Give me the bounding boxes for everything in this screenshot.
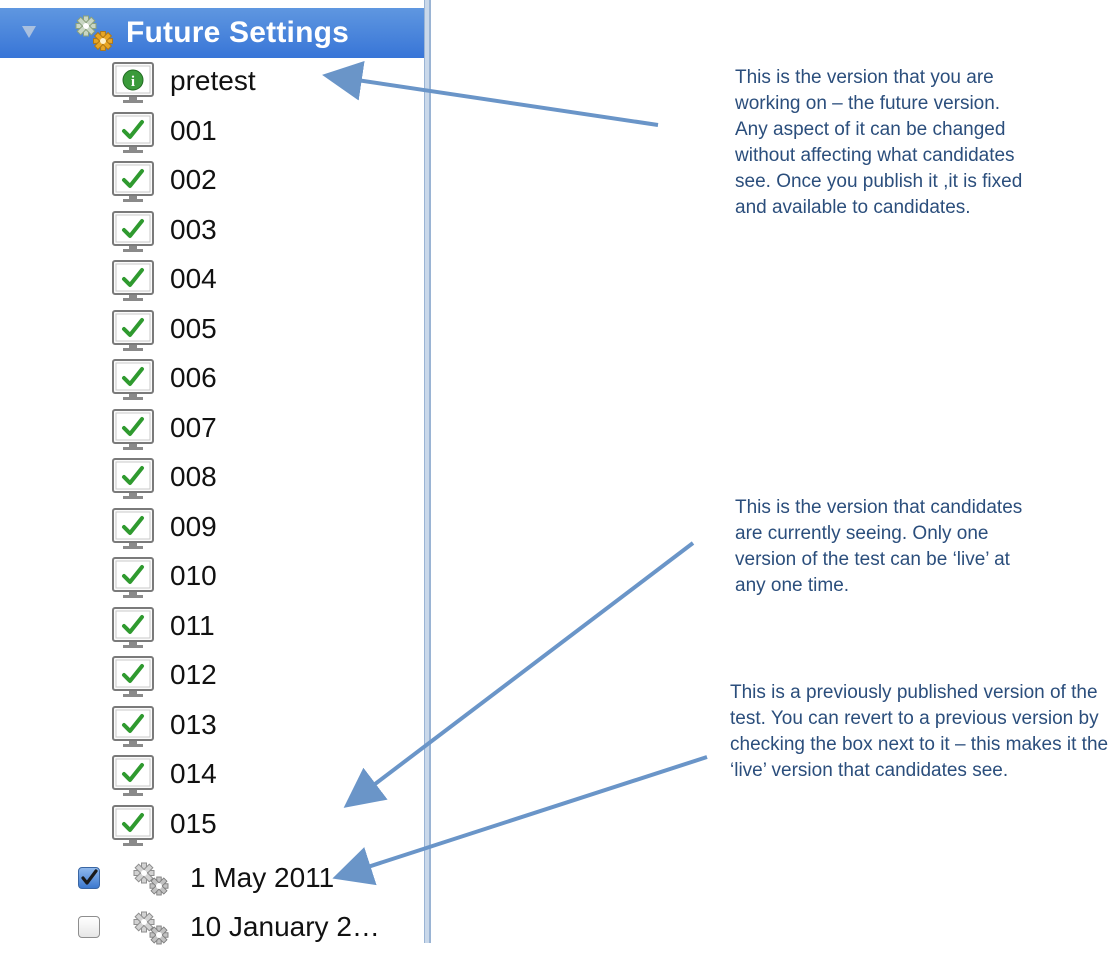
check-page-icon	[112, 804, 154, 846]
info-page-icon: i	[112, 62, 154, 103]
version-label: 1 May 2011	[190, 862, 335, 893]
tree-header-future-settings[interactable]: Future Settings	[0, 8, 424, 58]
tree-item-label: 002	[170, 164, 217, 195]
check-page-icon	[112, 359, 154, 400]
tree-item-label: 014	[170, 758, 217, 789]
callout-previous-version: This is a previously published version o…	[730, 682, 1109, 781]
tree-item-page[interactable]: 003	[0, 207, 424, 256]
tree-item-label: 004	[170, 263, 217, 294]
callout-future-version: This is the version that you are working…	[735, 67, 1023, 218]
tree-item-page[interactable]: 014	[0, 751, 424, 800]
tree-item-page[interactable]: 009	[0, 504, 424, 553]
check-page-icon	[112, 161, 154, 202]
tree-item-page[interactable]: 012	[0, 652, 424, 701]
tree-item-label: 005	[170, 312, 217, 344]
tree-item-page[interactable]: i pretest	[0, 58, 424, 107]
tree-item-page[interactable]: 013	[0, 702, 424, 751]
check-page-icon	[112, 705, 154, 747]
tree-item-page[interactable]: 010	[0, 553, 424, 602]
check-page-icon	[112, 755, 154, 796]
check-page-icon	[112, 111, 154, 153]
tree-item-page[interactable]: 002	[0, 157, 424, 206]
tree-item-label: 008	[170, 461, 217, 492]
version-checkbox[interactable]	[78, 867, 100, 889]
tree-item-label: 006	[170, 362, 217, 393]
tree-item-label: 009	[170, 510, 217, 542]
panel-border[interactable]	[424, 0, 431, 943]
callout-live-version: This is the version that candidates are …	[735, 497, 1023, 596]
version-label: 10 January 2…	[190, 911, 380, 942]
check-page-icon	[112, 557, 154, 598]
check-page-icon	[112, 408, 154, 450]
check-page-icon	[112, 606, 154, 648]
tree-item-page[interactable]: 005	[0, 306, 424, 355]
check-page-icon	[112, 210, 154, 252]
tree-item-label: 010	[170, 560, 217, 591]
svg-text:i: i	[131, 74, 135, 90]
gears-icon	[133, 911, 169, 945]
tree-item-page[interactable]: 011	[0, 603, 424, 652]
tree-item-label: 012	[170, 659, 217, 690]
tree-item-label: 003	[170, 213, 217, 245]
tree-item-page[interactable]: 007	[0, 405, 424, 454]
check-page-icon	[112, 507, 154, 549]
gears-icon	[133, 862, 169, 896]
tree-item-label: 001	[170, 114, 217, 146]
tree-item-page[interactable]: 006	[0, 355, 424, 404]
check-page-icon	[112, 309, 154, 351]
version-checkbox[interactable]	[78, 916, 100, 938]
tree-item-version[interactable]: 10 January 2…	[0, 904, 424, 953]
tree-panel: Future Settings i pretest 001 002 003 004 005 0…	[0, 0, 431, 945]
tree-item-page[interactable]: 004	[0, 256, 424, 305]
tree-item-version[interactable]: 1 May 2011	[0, 855, 424, 904]
tree-item-page[interactable]: 001	[0, 108, 424, 157]
tree-item-label: 013	[170, 708, 217, 740]
tree-item-label: 011	[170, 609, 215, 641]
tree-item-label: 015	[170, 807, 217, 839]
gears-icon	[75, 15, 113, 51]
tree-header-title: Future Settings	[126, 16, 350, 49]
tree-item-page[interactable]: 008	[0, 454, 424, 503]
tree-item-page[interactable]: 015	[0, 801, 424, 850]
tree-item-label: 007	[170, 411, 217, 443]
tree-item-label: pretest	[170, 65, 256, 96]
check-page-icon	[112, 656, 154, 697]
check-page-icon	[112, 260, 154, 301]
check-page-icon	[112, 458, 154, 499]
disclosure-triangle-icon[interactable]	[22, 26, 36, 38]
